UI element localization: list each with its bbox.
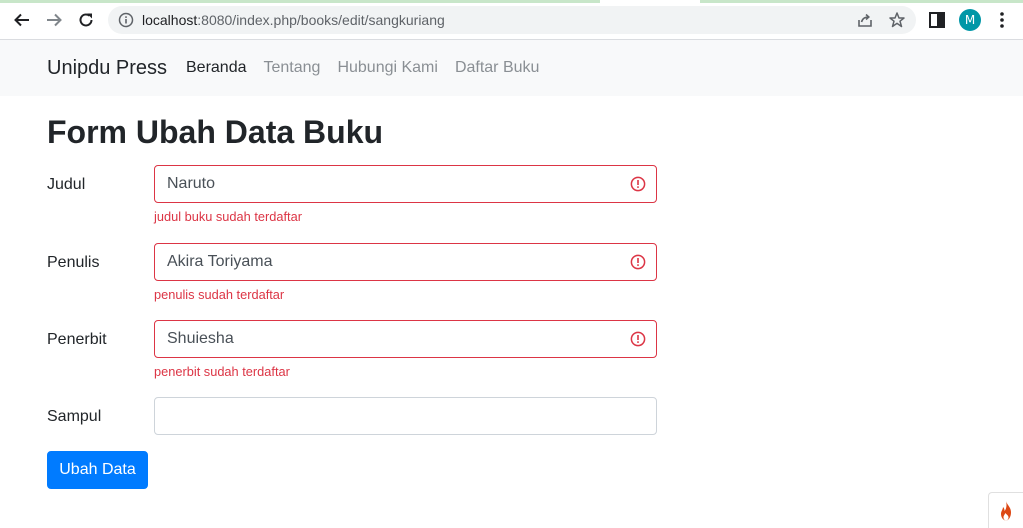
navbar-brand[interactable]: Unipdu Press [47, 57, 167, 79]
share-icon[interactable] [856, 11, 874, 29]
nav-link-daftar-buku[interactable]: Daftar Buku [455, 59, 539, 77]
arrow-left-icon [14, 13, 29, 27]
judul-error-message: judul buku sudah terdaftar [154, 209, 302, 224]
flame-icon [1001, 500, 1011, 520]
browser-toolbar: localhost:8080/index.php/books/edit/sang… [0, 0, 1023, 40]
profile-avatar[interactable]: M [959, 9, 981, 31]
url-path: :8080/index.php/books/edit/sangkuriang [197, 12, 445, 28]
back-button[interactable] [8, 6, 36, 34]
nav-link-tentang[interactable]: Tentang [264, 59, 321, 77]
reload-icon [79, 13, 93, 27]
judul-input[interactable] [167, 174, 627, 194]
label-sampul: Sampul [47, 408, 102, 425]
ubah-data-button[interactable]: Ubah Data [47, 451, 148, 489]
url-text[interactable]: localhost:8080/index.php/books/edit/sang… [142, 12, 445, 28]
page-title: Form Ubah Data Buku [47, 114, 384, 150]
star-icon[interactable] [888, 11, 906, 29]
error-icon [630, 254, 646, 270]
penulis-error-message: penulis sudah terdaftar [154, 287, 285, 302]
label-judul: Judul [47, 176, 86, 193]
tab-strip [0, 0, 1023, 3]
side-panel-icon[interactable] [928, 11, 946, 29]
penerbit-error-message: penerbit sudah terdaftar [154, 364, 290, 379]
forward-button[interactable] [40, 6, 68, 34]
sampul-field[interactable] [154, 397, 657, 435]
arrow-right-icon [47, 13, 62, 27]
url-host: localhost [142, 12, 198, 28]
address-bar[interactable]: localhost:8080/index.php/books/edit/sang… [108, 6, 916, 34]
navbar-links: Beranda Tentang Hubungi Kami Daftar Buku [186, 59, 556, 77]
penulis-field[interactable] [154, 243, 657, 281]
site-navbar: Unipdu Press Beranda Tentang Hubungi Kam… [0, 40, 1023, 96]
judul-field[interactable] [154, 165, 657, 203]
error-icon [630, 331, 646, 347]
nav-link-beranda[interactable]: Beranda [186, 59, 247, 77]
info-icon[interactable] [118, 12, 134, 28]
label-penulis: Penulis [47, 254, 100, 271]
error-icon [630, 176, 646, 192]
more-menu-icon[interactable] [994, 11, 1010, 29]
penerbit-field[interactable] [154, 320, 657, 358]
sampul-input[interactable] [167, 406, 627, 426]
reload-button[interactable] [72, 6, 100, 34]
debug-toolbar-toggle[interactable] [988, 492, 1023, 528]
penulis-input[interactable] [167, 252, 627, 272]
label-penerbit: Penerbit [47, 331, 107, 348]
nav-link-hubungi-kami[interactable]: Hubungi Kami [337, 59, 438, 77]
penerbit-input[interactable] [167, 329, 627, 349]
